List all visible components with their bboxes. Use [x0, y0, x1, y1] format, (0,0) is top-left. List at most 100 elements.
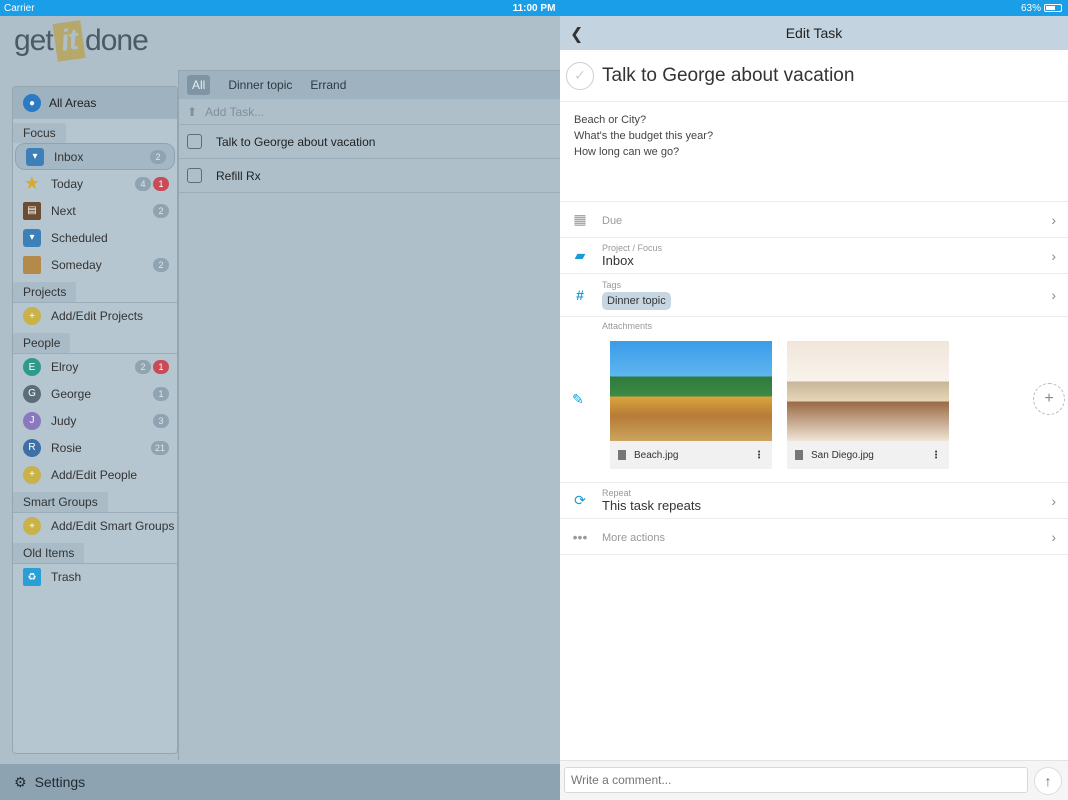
sidebar-item-label: Scheduled	[51, 230, 108, 245]
task-checkbox[interactable]	[187, 168, 202, 183]
battery-icon	[1044, 4, 1062, 12]
avatar: R	[23, 438, 41, 457]
attachment-name: San Diego.jpg	[811, 449, 874, 461]
filter-dinner-topic[interactable]: Dinner topic	[228, 78, 292, 92]
logo-part-get: get	[14, 24, 54, 57]
task-row[interactable]: Refill Rx	[179, 159, 560, 193]
project-focus-field[interactable]: ▰ Project / Focus Inbox ›	[560, 238, 1068, 274]
clipboard-icon: ▤	[23, 201, 41, 220]
app-logo: get it done	[14, 20, 149, 62]
task-title-field[interactable]: Talk to George about vacation	[602, 65, 854, 87]
filter-bar: All Dinner topic Errand	[179, 71, 560, 99]
back-chevron-icon[interactable]: ❮	[570, 24, 583, 44]
task-title: Talk to George about vacation	[216, 134, 376, 149]
section-people: People	[13, 333, 71, 353]
refresh-icon: ⟳	[574, 492, 586, 508]
plus-icon: +	[23, 517, 41, 535]
inbox-icon: ▾	[26, 147, 44, 166]
logo-part-done: done	[85, 24, 149, 57]
comment-input[interactable]	[564, 767, 1028, 793]
project-focus-value: Inbox	[602, 253, 634, 268]
attachment-name: Beach.jpg	[634, 449, 679, 461]
clock: 11:00 PM	[512, 2, 556, 14]
sidebar-item-george[interactable]: G George 1	[13, 380, 177, 407]
section-focus: Focus	[13, 123, 66, 143]
settings-button[interactable]: ⚙ Settings	[0, 764, 560, 800]
sidebar-item-trash[interactable]: ♻ Trash	[13, 563, 177, 590]
sidebar-item-rosie[interactable]: R Rosie 21	[13, 434, 177, 461]
folder-icon	[23, 255, 41, 274]
tags-field[interactable]: # Tags Dinner topic ›	[560, 274, 1068, 317]
sidebar-item-label: Add/Edit People	[51, 467, 138, 482]
sidebar-item-label: George	[51, 386, 92, 401]
chevron-right-icon: ›	[1051, 287, 1056, 303]
count-badge: 21	[150, 440, 169, 455]
task-row[interactable]: Talk to George about vacation	[179, 125, 560, 159]
sidebar-item-inbox[interactable]: ▾ Inbox 2	[15, 143, 175, 170]
complete-task-checkmark-icon[interactable]: ✓	[566, 61, 594, 90]
attachment-thumbnail[interactable]	[787, 341, 949, 441]
repeat-field[interactable]: ⟳ Repeat This task repeats ›	[560, 483, 1068, 519]
logo-part-it: it	[52, 20, 86, 62]
due-label: Due	[602, 214, 623, 227]
battery-indicator: 63%	[1021, 3, 1062, 14]
sidebar-item-judy[interactable]: J Judy 3	[13, 407, 177, 434]
section-old-items: Old Items	[13, 543, 85, 563]
add-task-row[interactable]: ⬆ Add Task...	[179, 99, 560, 125]
chevron-right-icon: ›	[1051, 211, 1056, 228]
count-badge: 2	[150, 149, 166, 164]
attachment-san-diego[interactable]: San Diego.jpg ⋮	[787, 341, 949, 469]
due-field[interactable]: ▦ Due ›	[560, 202, 1068, 238]
globe-icon: ●	[23, 94, 41, 112]
paperclip-icon: ✎	[572, 391, 584, 407]
file-icon	[618, 450, 626, 460]
sidebar-item-scheduled[interactable]: ▾ Scheduled	[13, 224, 177, 251]
attachment-caption: San Diego.jpg ⋮	[787, 441, 949, 469]
note-line: What's the budget this year?	[574, 130, 714, 142]
tags-label: Tags	[602, 280, 622, 290]
overdue-badge: 1	[153, 176, 169, 191]
section-smart-groups: Smart Groups	[13, 492, 108, 512]
task-checkbox[interactable]	[187, 134, 202, 149]
chevron-right-icon: ›	[1051, 528, 1056, 545]
sidebar-item-add-edit-projects[interactable]: + Add/Edit Projects	[13, 302, 177, 329]
edit-task-panel: ❮ Edit Task ✓ Talk to George about vacat…	[560, 16, 1068, 800]
more-actions-field[interactable]: ••• More actions ›	[560, 519, 1068, 555]
hashtag-icon: #	[576, 287, 584, 303]
tag-pill[interactable]: Dinner topic	[602, 292, 671, 310]
attachment-beach[interactable]: Beach.jpg ⋮	[610, 341, 772, 469]
file-icon	[795, 450, 803, 460]
attachments-section: Attachments ✎ Beach.jpg ⋮ San Diego.jpg …	[560, 317, 1068, 483]
more-actions-label: More actions	[602, 531, 665, 544]
attachment-caption: Beach.jpg ⋮	[610, 441, 772, 469]
sidebar-item-elroy[interactable]: E Elroy 2 1	[13, 353, 177, 380]
sidebar-item-today[interactable]: ★ Today 4 1	[13, 170, 177, 197]
sidebar-item-label: Add/Edit Projects	[51, 309, 144, 323]
calendar-icon: ▦	[573, 211, 587, 227]
sidebar-item-add-edit-smart-groups[interactable]: + Add/Edit Smart Groups	[13, 512, 177, 539]
sidebar: ● All Areas Focus ▾ Inbox 2 ★ Today 4 1 …	[12, 86, 178, 754]
task-notes[interactable]: Beach or City? What's the budget this ye…	[560, 102, 1068, 202]
sidebar-item-label: Rosie	[51, 440, 82, 455]
sidebar-item-label: Trash	[51, 570, 82, 584]
more-vertical-icon[interactable]: ⋮	[931, 450, 941, 461]
trash-icon: ♻	[23, 568, 41, 586]
sidebar-item-someday[interactable]: Someday 2	[13, 251, 177, 278]
filter-errand[interactable]: Errand	[310, 78, 346, 92]
sidebar-all-areas[interactable]: ● All Areas	[13, 87, 177, 119]
add-attachment-button[interactable]: +	[1033, 383, 1065, 415]
count-badge: 2	[153, 203, 169, 218]
comment-bar: ↑	[560, 760, 1068, 800]
count-badge: 3	[153, 413, 169, 428]
sidebar-item-label: Today	[51, 176, 84, 191]
attachment-thumbnail[interactable]	[610, 341, 772, 441]
sidebar-item-add-edit-people[interactable]: + Add/Edit People	[13, 461, 177, 488]
add-task-input[interactable]: Add Task...	[205, 105, 264, 119]
sidebar-item-next[interactable]: ▤ Next 2	[13, 197, 177, 224]
gear-icon: ⚙	[14, 773, 27, 790]
sidebar-item-label: Next	[51, 203, 76, 218]
more-vertical-icon[interactable]: ⋮	[754, 450, 764, 461]
filter-all[interactable]: All	[187, 75, 211, 95]
attachments-label: Attachments	[602, 321, 653, 331]
send-arrow-up-icon[interactable]: ↑	[1034, 767, 1062, 795]
